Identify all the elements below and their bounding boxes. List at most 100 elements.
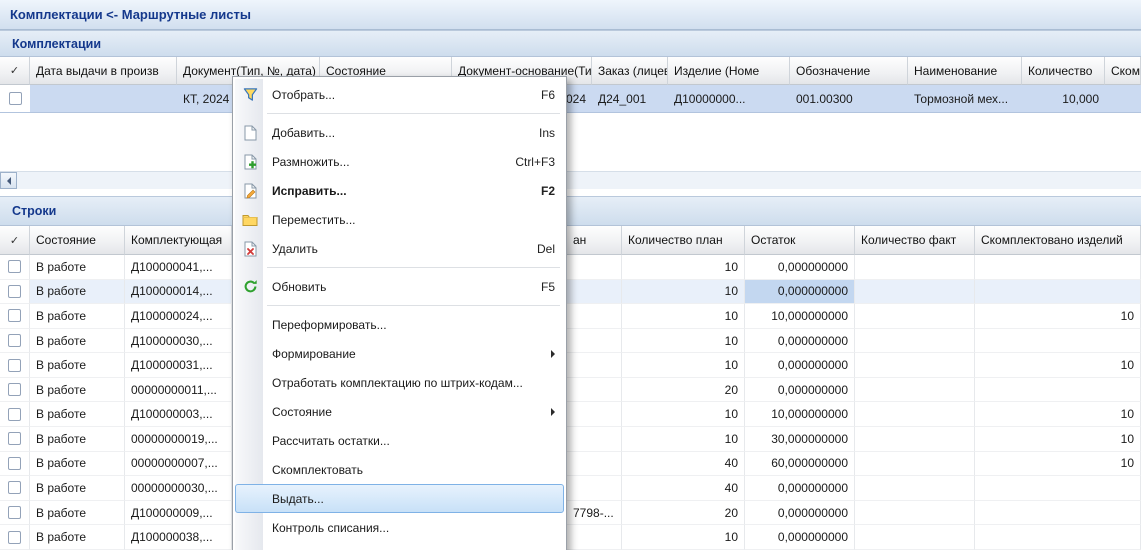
lines-panel-title: Строки — [12, 204, 56, 218]
menu-item-assemble[interactable]: Скомплектовать — [235, 455, 564, 484]
cell-assembled-products: 10 — [975, 402, 1141, 427]
cell-state: В работе — [30, 501, 125, 526]
menu-item-shortcut: Ctrl+F3 — [515, 155, 555, 169]
row-checkbox[interactable] — [8, 359, 21, 372]
row-checkbox[interactable] — [8, 457, 21, 470]
lines-table-row[interactable]: В работе Д100000038,... 10 0,000000000 — [0, 525, 1141, 550]
lines-select-all-header[interactable]: ✓ — [0, 226, 30, 255]
row-checkbox[interactable] — [8, 334, 21, 347]
cell-partial — [567, 525, 622, 550]
horizontal-scrollbar[interactable] — [0, 171, 1141, 189]
cell-state: В работе — [30, 452, 125, 477]
submenu-arrow-icon — [551, 408, 555, 416]
kits-table-row[interactable]: КТ, 2024 024 Д24_001 Д10000000... 001.00… — [0, 85, 1141, 113]
lines-table-row[interactable]: В работе 00000000030,... 40 0,000000000 — [0, 476, 1141, 501]
lines-table-row[interactable]: В работе Д100000003,... 10 10,000000000 … — [0, 402, 1141, 427]
cell-partial — [567, 476, 622, 501]
cell-quantity-fact — [855, 525, 975, 550]
lines-col-state[interactable]: Состояние — [30, 226, 125, 255]
menu-item-label: Отработать комплектацию по штрих-кодам..… — [272, 376, 555, 390]
menu-item-barcode-processing[interactable]: Отработать комплектацию по штрих-кодам..… — [235, 368, 564, 397]
cell-state: В работе — [30, 525, 125, 550]
menu-item-reform[interactable]: Переформировать... — [235, 310, 564, 339]
lines-col-rest[interactable]: Остаток — [745, 226, 855, 255]
menu-item-edit[interactable]: Исправить...F2 — [235, 176, 564, 205]
lines-col-partial[interactable]: ан — [567, 226, 622, 255]
cell-assembled-products — [975, 255, 1141, 280]
menu-item-write-off-control[interactable]: Контроль списания... — [235, 513, 564, 542]
lines-table-row[interactable]: В работе Д100000014,... 10 0,000000000 — [0, 280, 1141, 305]
lines-col-quantity-plan[interactable]: Количество план — [622, 226, 745, 255]
menu-item-formation[interactable]: Формирование — [235, 339, 564, 368]
cell-partial — [567, 304, 622, 329]
kits-cell-assembled — [1105, 85, 1141, 112]
cell-partial — [567, 427, 622, 452]
kits-select-all-header[interactable]: ✓ — [0, 57, 30, 85]
kits-col-order[interactable]: Заказ (лицево — [592, 57, 668, 85]
kits-row-checkbox[interactable] — [9, 92, 22, 105]
cell-rest: 10,000000000 — [745, 402, 855, 427]
cell-quantity-plan: 40 — [622, 452, 745, 477]
cell-quantity-fact — [855, 329, 975, 354]
row-checkbox[interactable] — [8, 260, 21, 273]
menu-item-move[interactable]: Переместить... — [235, 205, 564, 234]
menu-item-duplicate[interactable]: Размножить... Ctrl+F3 — [235, 147, 564, 176]
lines-table-row[interactable]: В работе 00000000007,... 40 60,000000000… — [0, 452, 1141, 477]
menu-item-issue[interactable]: Выдать... — [235, 484, 564, 513]
cell-state: В работе — [30, 280, 125, 305]
menu-item-state[interactable]: Состояние — [235, 397, 564, 426]
menu-item-delete[interactable]: УдалитьDel — [235, 234, 564, 263]
cell-quantity-plan: 20 — [622, 501, 745, 526]
lines-col-quantity-fact[interactable]: Количество факт — [855, 226, 975, 255]
kits-col-designation[interactable]: Обозначение — [790, 57, 908, 85]
menu-item-refresh[interactable]: ОбновитьF5 — [235, 272, 564, 301]
row-checkbox[interactable] — [8, 309, 21, 322]
cell-state: В работе — [30, 378, 125, 403]
menu-item-label: Размножить... — [272, 155, 503, 169]
cell-quantity-plan: 10 — [622, 353, 745, 378]
menu-item-add[interactable]: Добавить...Ins — [235, 118, 564, 147]
menu-item-calculate-remainders[interactable]: Рассчитать остатки... — [235, 426, 564, 455]
lines-table-body: В работе Д100000041,... 10 0,000000000 В… — [0, 255, 1141, 550]
scroll-left-button[interactable] — [0, 172, 17, 189]
kits-col-quantity[interactable]: Количество — [1022, 57, 1105, 85]
row-checkbox[interactable] — [8, 383, 21, 396]
lines-table-row[interactable]: В работе 00000000019,... 10 30,000000000… — [0, 427, 1141, 452]
row-checkbox[interactable] — [8, 506, 21, 519]
menu-item-filter[interactable]: Отобрать...F6 — [235, 80, 564, 109]
lines-table-row[interactable]: В работе Д100000009,... 7798-... 20 0,00… — [0, 501, 1141, 526]
cell-quantity-fact — [855, 280, 975, 305]
menu-item-label: Удалить — [272, 242, 525, 256]
menu-item-label: Выдать... — [272, 492, 555, 506]
kits-col-assembled[interactable]: Ском — [1105, 57, 1141, 85]
cell-component: Д100000003,... — [125, 402, 232, 427]
row-checkbox[interactable] — [8, 481, 21, 494]
lines-table-row[interactable]: В работе 00000000011,... 20 0,000000000 — [0, 378, 1141, 403]
lines-table-row[interactable]: В работе Д100000024,... 10 10,000000000 … — [0, 304, 1141, 329]
cell-quantity-fact — [855, 452, 975, 477]
menu-item-label: Переформировать... — [272, 318, 555, 332]
kits-col-issue-date[interactable]: Дата выдачи в произв — [30, 57, 177, 85]
row-checkbox[interactable] — [8, 432, 21, 445]
row-checkbox[interactable] — [8, 531, 21, 544]
cell-component: Д100000009,... — [125, 501, 232, 526]
breadcrumb-text[interactable]: Комплектации <- Маршрутные листы — [10, 7, 251, 22]
lines-col-assembled-products[interactable]: Скомплектовано изделий — [975, 226, 1141, 255]
row-checkbox[interactable] — [8, 408, 21, 421]
duplicate-icon — [240, 152, 260, 172]
lines-table-row[interactable]: В работе Д100000031,... 10 0,000000000 1… — [0, 353, 1141, 378]
kits-col-product[interactable]: Изделие (Номе — [668, 57, 790, 85]
kits-cell-name: Тормозной мех... — [908, 85, 1022, 112]
menu-item-label: Добавить... — [272, 126, 527, 140]
kits-col-name[interactable]: Наименование — [908, 57, 1022, 85]
lines-col-component[interactable]: Комплектующая — [125, 226, 232, 255]
lines-table-row[interactable]: В работе Д100000030,... 10 0,000000000 — [0, 329, 1141, 354]
menu-item-label: Контроль списания... — [272, 521, 555, 535]
cell-quantity-plan: 10 — [622, 255, 745, 280]
blank-icon — [240, 373, 260, 393]
lines-table-row[interactable]: В работе Д100000041,... 10 0,000000000 — [0, 255, 1141, 280]
cell-partial — [567, 402, 622, 427]
row-checkbox[interactable] — [8, 285, 21, 298]
menu-item-label: Состояние — [272, 405, 541, 419]
cell-rest: 0,000000000 — [745, 501, 855, 526]
